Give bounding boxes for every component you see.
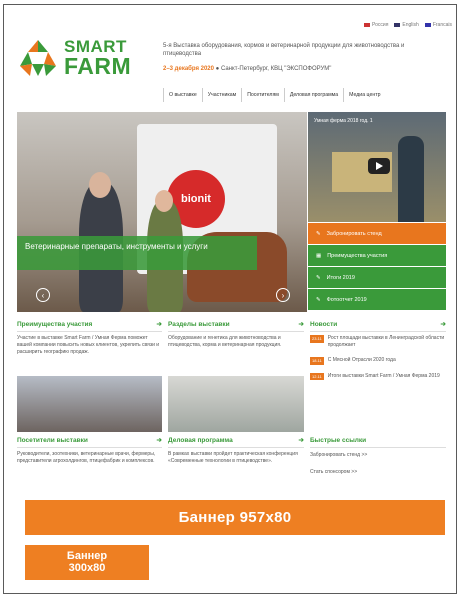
logo-farm-text: FARM xyxy=(64,53,132,79)
hero-caption: Ветеринарные препараты, инструменты и ус… xyxy=(17,236,257,270)
quick-link[interactable]: Стать спонсором >> xyxy=(310,469,446,476)
arrow-right-icon[interactable]: ➔ xyxy=(157,320,162,329)
nav-media[interactable]: Медиа центр xyxy=(343,88,385,102)
hero-slider[interactable]: bionit xyxy=(17,112,307,312)
block-title[interactable]: Новости xyxy=(310,320,337,329)
language-switcher: Россия English Francais xyxy=(364,22,452,28)
flag-icon xyxy=(364,23,370,27)
program-photo xyxy=(168,376,304,432)
news-block: Новости ➔ 23.11 Рост площади выставки в Ле… xyxy=(310,320,446,388)
event-date: 2–3 декабря 2020 xyxy=(163,66,214,72)
business-block: Деловая программа ➔ В рамках выставки про… xyxy=(168,436,304,465)
pencil-icon: ✎ xyxy=(316,230,321,237)
arrow-right-icon[interactable]: ➔ xyxy=(299,436,304,445)
results-button[interactable]: ✎ Итоги 2019 xyxy=(308,267,446,289)
video-title: Умная ферма 2018 год. 1 xyxy=(314,118,373,124)
pencil-icon: ✎ xyxy=(316,296,321,303)
person-head xyxy=(89,172,111,198)
arrow-right-icon[interactable]: ➔ xyxy=(299,320,304,329)
arrow-right-icon[interactable]: ➔ xyxy=(441,320,446,329)
block-text: Руководители, зоотехники, ветеринарные в… xyxy=(17,451,156,465)
next-arrow-icon[interactable]: › xyxy=(276,288,290,302)
news-item[interactable]: 18.11 С Мясной Отрасли 2020 года xyxy=(310,357,446,365)
block-title[interactable]: Разделы выставки xyxy=(168,320,230,329)
visitors-block: Посетители выставки ➔ Руководители, зооте… xyxy=(17,436,162,465)
advantages-button[interactable]: ▦ Преимущества участия xyxy=(308,245,446,267)
nav-program[interactable]: Деловая программа xyxy=(283,88,343,102)
photo-report-button[interactable]: ✎ Фотоотчет 2019 xyxy=(308,289,446,311)
grid-icon: ▦ xyxy=(316,252,322,259)
block-text: В рамках выставки пройдет практическая к… xyxy=(168,451,298,465)
block-text: Оборудование и генетика для животноводст… xyxy=(168,335,282,349)
quick-link[interactable]: Забронировать стенд >> xyxy=(310,452,446,459)
play-icon[interactable] xyxy=(368,158,390,174)
flag-icon xyxy=(394,23,401,27)
visitors-photo xyxy=(17,376,162,432)
sections-block: Разделы выставки ➔ Оборудование и генетик… xyxy=(168,320,304,349)
event-dates: 2–3 декабря 2020 ● Санкт-Петербург, КВЦ … xyxy=(163,66,331,72)
lang-en[interactable]: English xyxy=(394,22,419,28)
side-buttons: ✎ Забронировать стенд ▦ Преимущества участ… xyxy=(308,223,446,311)
nav-about[interactable]: О выставке xyxy=(163,88,202,102)
nav-visitors[interactable]: Посетителям xyxy=(241,88,284,102)
block-title[interactable]: Преимущества участия xyxy=(17,320,92,329)
block-text: Участие в выставке Smart Farm / Умная Фе… xyxy=(17,335,160,356)
lang-ru[interactable]: Россия xyxy=(364,22,388,28)
news-item[interactable]: 12.11 Итоги выставки Smart Farm / Умная Ф… xyxy=(310,372,446,381)
flag-icon xyxy=(424,23,431,27)
block-title[interactable]: Деловая программа xyxy=(168,436,233,445)
block-title[interactable]: Посетители выставки xyxy=(17,436,88,445)
arrow-right-icon[interactable]: ➔ xyxy=(157,436,162,445)
event-tagline: 5-я Выставка оборудования, кормов и вете… xyxy=(163,43,405,58)
person-head xyxy=(155,190,173,212)
video-player[interactable]: Умная ферма 2018 год. 1 xyxy=(308,112,446,222)
advantages-block: Преимущества участия ➔ Участие в выставке… xyxy=(17,320,162,356)
event-location: ● Санкт-Петербург, КВЦ "ЭКСПОФОРУМ" xyxy=(215,66,332,72)
lang-fr[interactable]: Francais xyxy=(424,22,452,28)
video-person xyxy=(398,136,424,222)
nav-exhibitors[interactable]: Участникам xyxy=(201,88,241,102)
logo-mark-icon xyxy=(20,40,56,76)
banner-957x80[interactable]: Баннер 957х80 xyxy=(25,500,445,535)
news-item[interactable]: 23.11 Рост площади выставки в Ленинградск… xyxy=(310,335,446,349)
prev-arrow-icon[interactable]: ‹ xyxy=(36,288,50,302)
book-stand-button[interactable]: ✎ Забронировать стенд xyxy=(308,223,446,245)
block-title: Быстрые ссылки xyxy=(310,437,367,444)
site-logo[interactable]: SMART FARM xyxy=(18,38,131,78)
pencil-icon: ✎ xyxy=(316,274,321,281)
quick-links-block: Быстрые ссылки Забронировать стенд >> Ст… xyxy=(310,436,446,476)
banner-300x80[interactable]: Баннер 300х80 xyxy=(25,545,149,580)
main-nav: О выставке Участникам Посетителям Делова… xyxy=(163,88,385,102)
